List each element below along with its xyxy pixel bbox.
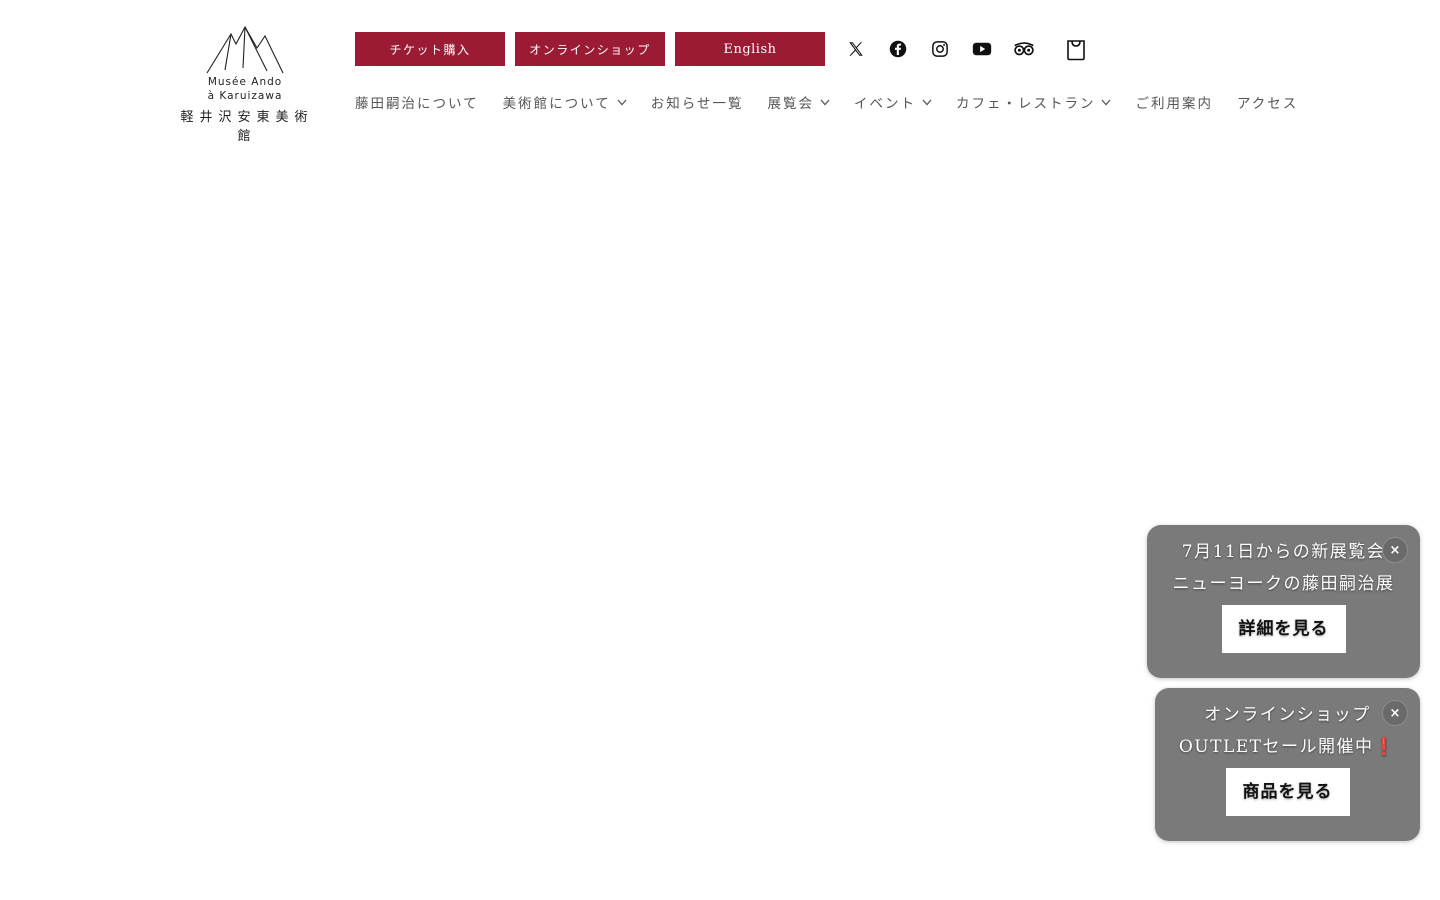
nav-item-label: カフェ・レストラン [955, 96, 1096, 112]
top-button-bar: チケット購入 オンラインショップ English [355, 32, 825, 66]
nav-item-news[interactable]: お知らせ一覧 [651, 92, 744, 112]
chevron-down-icon [820, 99, 830, 106]
ticket-purchase-button[interactable]: チケット購入 [355, 32, 505, 66]
x-icon[interactable] [845, 36, 867, 62]
nav-item-visitor-guide[interactable]: ご利用案内 [1135, 92, 1213, 112]
logo-name-jp: 軽井沢安東美術館 [180, 110, 314, 144]
view-details-button[interactable]: 詳細を見る [1221, 605, 1346, 653]
nav-item-about-museum[interactable]: 美術館について [503, 92, 627, 112]
exhibition-promo-popup: × 7月11日からの新展覧会 ニューヨークの藤田嗣治展 詳細を見る [1147, 525, 1420, 678]
chevron-down-icon [1101, 99, 1111, 106]
page: Musée Ando à Karuizawa 軽井沢安東美術館 チケット購入 オ… [0, 0, 1440, 900]
nav-item-label: アクセス [1236, 96, 1299, 112]
popup-line-1: 7月11日からの新展覧会 [1181, 542, 1386, 562]
youtube-icon[interactable] [971, 36, 993, 62]
mountain-logo-icon [206, 25, 284, 74]
nav-item-label: お知らせ一覧 [650, 96, 744, 112]
museum-logo[interactable]: Musée Ando à Karuizawa 軽井沢安東美術館 [170, 24, 320, 144]
nav-item-exhibitions[interactable]: 展覧会 [767, 92, 830, 112]
social-links [845, 36, 1087, 62]
nav-item-cafe-restaurant[interactable]: カフェ・レストラン [956, 92, 1112, 112]
nav-item-access[interactable]: アクセス [1237, 92, 1298, 112]
main-navigation: 藤田嗣治について 美術館について お知らせ一覧 展覧会 イベント カフェ・レスト… [355, 92, 1298, 112]
nav-item-label: イベント [853, 96, 916, 112]
tripadvisor-icon[interactable] [1013, 36, 1035, 62]
close-icon[interactable]: × [1382, 700, 1408, 726]
logo-name-en-line2: à Karuizawa [207, 90, 283, 102]
instagram-icon[interactable] [929, 36, 951, 62]
popup-line-1: オンラインショップ [1204, 705, 1371, 725]
shop-sale-popup: × オンラインショップ OUTLETセール開催中❗ 商品を見る [1155, 688, 1420, 841]
chevron-down-icon [617, 99, 627, 106]
chevron-down-icon [922, 99, 932, 106]
nav-item-label: 藤田嗣治について [355, 96, 479, 112]
nav-item-about-foujita[interactable]: 藤田嗣治について [355, 92, 479, 112]
nav-item-label: ご利用案内 [1135, 96, 1213, 112]
nav-item-events[interactable]: イベント [854, 92, 932, 112]
nav-item-label: 美術館について [502, 96, 611, 112]
popup-line-2: ニューヨークの藤田嗣治展 [1172, 574, 1395, 594]
online-shop-button[interactable]: オンラインショップ [515, 32, 665, 66]
view-products-button[interactable]: 商品を見る [1225, 768, 1350, 816]
popup-line-2: OUTLETセール開催中❗ [1178, 737, 1397, 757]
cart-icon[interactable] [1065, 36, 1087, 62]
nav-item-label: 展覧会 [767, 96, 814, 112]
english-button[interactable]: English [675, 32, 825, 66]
close-icon[interactable]: × [1382, 537, 1408, 563]
facebook-icon[interactable] [887, 36, 909, 62]
logo-name-en-line1: Musée Ando [207, 76, 283, 88]
